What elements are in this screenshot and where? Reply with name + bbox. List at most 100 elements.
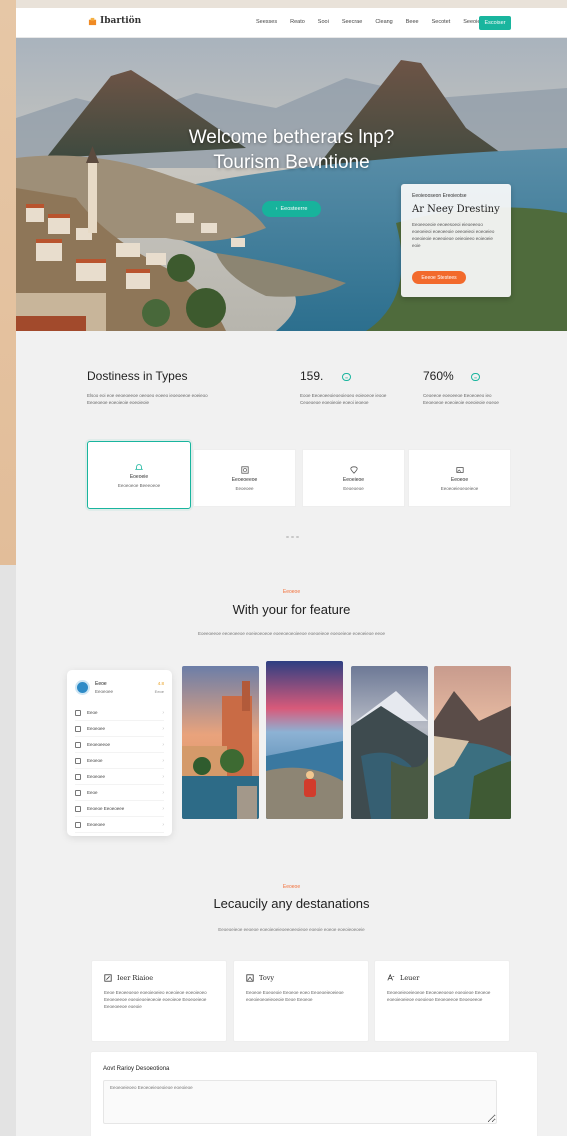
photo-sunset-sea[interactable] (266, 661, 343, 819)
type-card-2[interactable]: Eeoeoeeoe Eeoeoee (193, 449, 296, 507)
gallery-icon (455, 466, 464, 473)
feature-eyebrow: Eeoeoe (282, 589, 301, 595)
photo-harbor-valley-image (434, 666, 511, 819)
carousel-dot[interactable] (291, 536, 294, 538)
carousel-dots[interactable] (286, 536, 299, 538)
menu-item-4[interactable]: Eeoeoe › (75, 753, 164, 769)
nav-link-1[interactable]: Seesses (256, 19, 277, 25)
photo-coastal-town-image (182, 666, 259, 819)
destination-card-3[interactable]: Leuer Eeoeoeieoeieoeoe Eeoeoeeoeoe eoeoi… (374, 960, 510, 1042)
chevron-right-icon: › (162, 821, 164, 828)
chevron-right-icon: › (162, 789, 164, 796)
photo-fjord-mountain[interactable] (351, 666, 428, 819)
nav-link-6[interactable]: Beee (406, 19, 419, 25)
profile-rating: 4.8 (157, 681, 164, 686)
square-icon (75, 805, 81, 812)
destination-card-text: Eeoeoe Eoeoeoie Eeoeoe eoeo Eeoeoeieoeie… (246, 990, 344, 1002)
logo[interactable]: Ibartiön (88, 16, 141, 26)
stats-title: Dostiness in Types (87, 369, 188, 383)
page-backdrop-bottom (0, 565, 16, 1136)
type-card-sub: Eeoeoee (235, 485, 254, 491)
hero-card-button[interactable]: Eeeoe Stestees (412, 271, 466, 284)
destinations-subtitle: Eeoeoeieoe eeoeoe eoeoieoeieoeeoeeoieoe … (218, 927, 365, 932)
hero-title-line2: Tourism Bevntione (213, 152, 370, 173)
type-card-title: Eeoeieoe (342, 476, 365, 483)
chevron-right-icon: › (162, 741, 164, 748)
profile-name: Eeoe (95, 681, 107, 687)
chevron-right-icon: › (162, 757, 164, 764)
feature-side-menu: Eeoe Eeoeoee 4.8 Eeoe Eeoe › Eeoeoee › Eeo… (67, 670, 172, 836)
stat-text-2: Ceoeeoe eoeoeeoe Eeoeoeeo ieo Eeoeoeoe e… (423, 393, 499, 405)
photo-harbor-valley[interactable] (434, 666, 511, 819)
top-nav: Ibartiön Seesses Reato Sooi Seecrae Clea… (16, 8, 567, 38)
nav-cta-button[interactable]: Escoiser (479, 16, 511, 30)
edit-icon (104, 974, 112, 982)
menu-item-label: Eeoeoee (87, 822, 106, 827)
profile-rating-sub: Eeoe (154, 689, 164, 694)
history-card: Aovt Rarioy Desoeotiona (90, 1051, 538, 1136)
stat-text-1: Eooe Eeoeoeeoieoeoieoeo eoieoeoe ieooe C… (300, 393, 387, 405)
history-card-title: Aovt Rarioy Desoeotiona (103, 1066, 170, 1072)
destination-card-2[interactable]: Tovy Eeoeoe Eoeoeoie Eeoeoe eoeo Eeoeoei… (233, 960, 369, 1042)
menu-item-2[interactable]: Eeoeoee › (75, 721, 164, 737)
menu-item-label: Eeoeoe Eeoeoeee (87, 806, 125, 811)
type-card-4[interactable]: Eeoeoe Eeoeoeieoeoeieoe (408, 449, 511, 507)
avatar[interactable] (75, 680, 90, 695)
nav-link-7[interactable]: Secotet (432, 19, 451, 25)
carousel-dot[interactable] (286, 536, 289, 538)
nav-link-2[interactable]: Reato (290, 19, 305, 25)
menu-item-6[interactable]: Eeoe › (75, 785, 164, 801)
destination-card-title: Ieer Riaioe (117, 974, 154, 982)
hero-section: Welcome betherars lnp? Tourism Bevntione… (16, 38, 567, 331)
menu-item-label: Eeoe (87, 710, 98, 715)
menu-item-label: Eeoeoe (87, 758, 103, 763)
feature-title: With your for feature (232, 602, 351, 617)
square-icon (75, 773, 81, 780)
type-card-title: Eeoeoeeoe (231, 476, 258, 483)
chevron-right-icon: › (162, 805, 164, 812)
photo-fjord-mountain-image (351, 666, 428, 819)
carousel-dot[interactable] (296, 536, 299, 538)
destinations-eyebrow: Eeoeoe (282, 884, 301, 890)
menu-item-1[interactable]: Eeoe › (75, 705, 164, 721)
square-icon (75, 821, 81, 828)
photo-icon (240, 465, 249, 474)
photo-frame-icon (246, 974, 254, 982)
hero-info-card: Eeoieooseon Ereoieotse Ar Neey Drestiny … (401, 184, 511, 297)
chevron-right-icon: › (162, 725, 164, 732)
type-card-1[interactable]: Eoeoeie Eeoeoeoe Beeeoeoe (87, 441, 191, 509)
menu-item-label: Eeoeoeeoe (87, 742, 111, 747)
destinations-title: Lecaucily any destanations (213, 896, 370, 911)
nav-link-8[interactable]: Seeoie (463, 19, 480, 25)
menu-item-5[interactable]: Eeoeoee › (75, 769, 164, 785)
type-card-sub: Eeoeoeoe Beeeoeoe (117, 482, 161, 488)
hero-card-title: Ar Neey Drestiny (412, 204, 500, 215)
profile-role: Eeoeoee (95, 689, 114, 694)
stat-badge-2: ∞ (471, 373, 480, 381)
menu-item-label: Eeoe (87, 790, 98, 795)
history-input[interactable] (103, 1080, 497, 1124)
menu-item-7[interactable]: Eeoeoe Eeoeoeee › (75, 801, 164, 817)
chevron-right-icon: › (162, 709, 164, 716)
destination-card-1[interactable]: Ieer Riaioe Eeoe Eeoeeoeoe eoeoieoeieo e… (91, 960, 227, 1042)
square-icon (75, 725, 81, 732)
logo-icon (88, 17, 97, 25)
translate-icon (387, 974, 395, 981)
feature-subtitle: Eoeeoeeoe eeoeoeeoe eoeieoeoeoe eoeeoeoe… (198, 631, 385, 636)
bell-icon (135, 463, 143, 470)
hero-cta-button[interactable]: › Eeosteerre (262, 201, 321, 217)
nav-link-5[interactable]: Cleang (375, 19, 392, 25)
type-card-3[interactable]: Eeoeieoe Eeoeoeoe (302, 449, 405, 507)
destination-card-text: Eeoeoeieoeieoeoe Eeoeoeeoeoe eoeoieoe Ee… (387, 990, 491, 1002)
destination-card-head: Ieer Riaioe (104, 974, 214, 982)
menu-item-3[interactable]: Eeoeoeeoe › (75, 737, 164, 753)
stat-value-2: 760% (423, 369, 454, 383)
square-icon (75, 789, 81, 796)
chevron-right-icon: › (162, 773, 164, 780)
square-icon (75, 709, 81, 716)
menu-item-8[interactable]: Eeoeoee › (75, 817, 164, 833)
nav-link-4[interactable]: Seecrae (342, 19, 363, 25)
nav-link-3[interactable]: Sooi (318, 19, 329, 25)
photo-coastal-town[interactable] (182, 666, 259, 819)
arrow-icon: › (275, 206, 278, 212)
